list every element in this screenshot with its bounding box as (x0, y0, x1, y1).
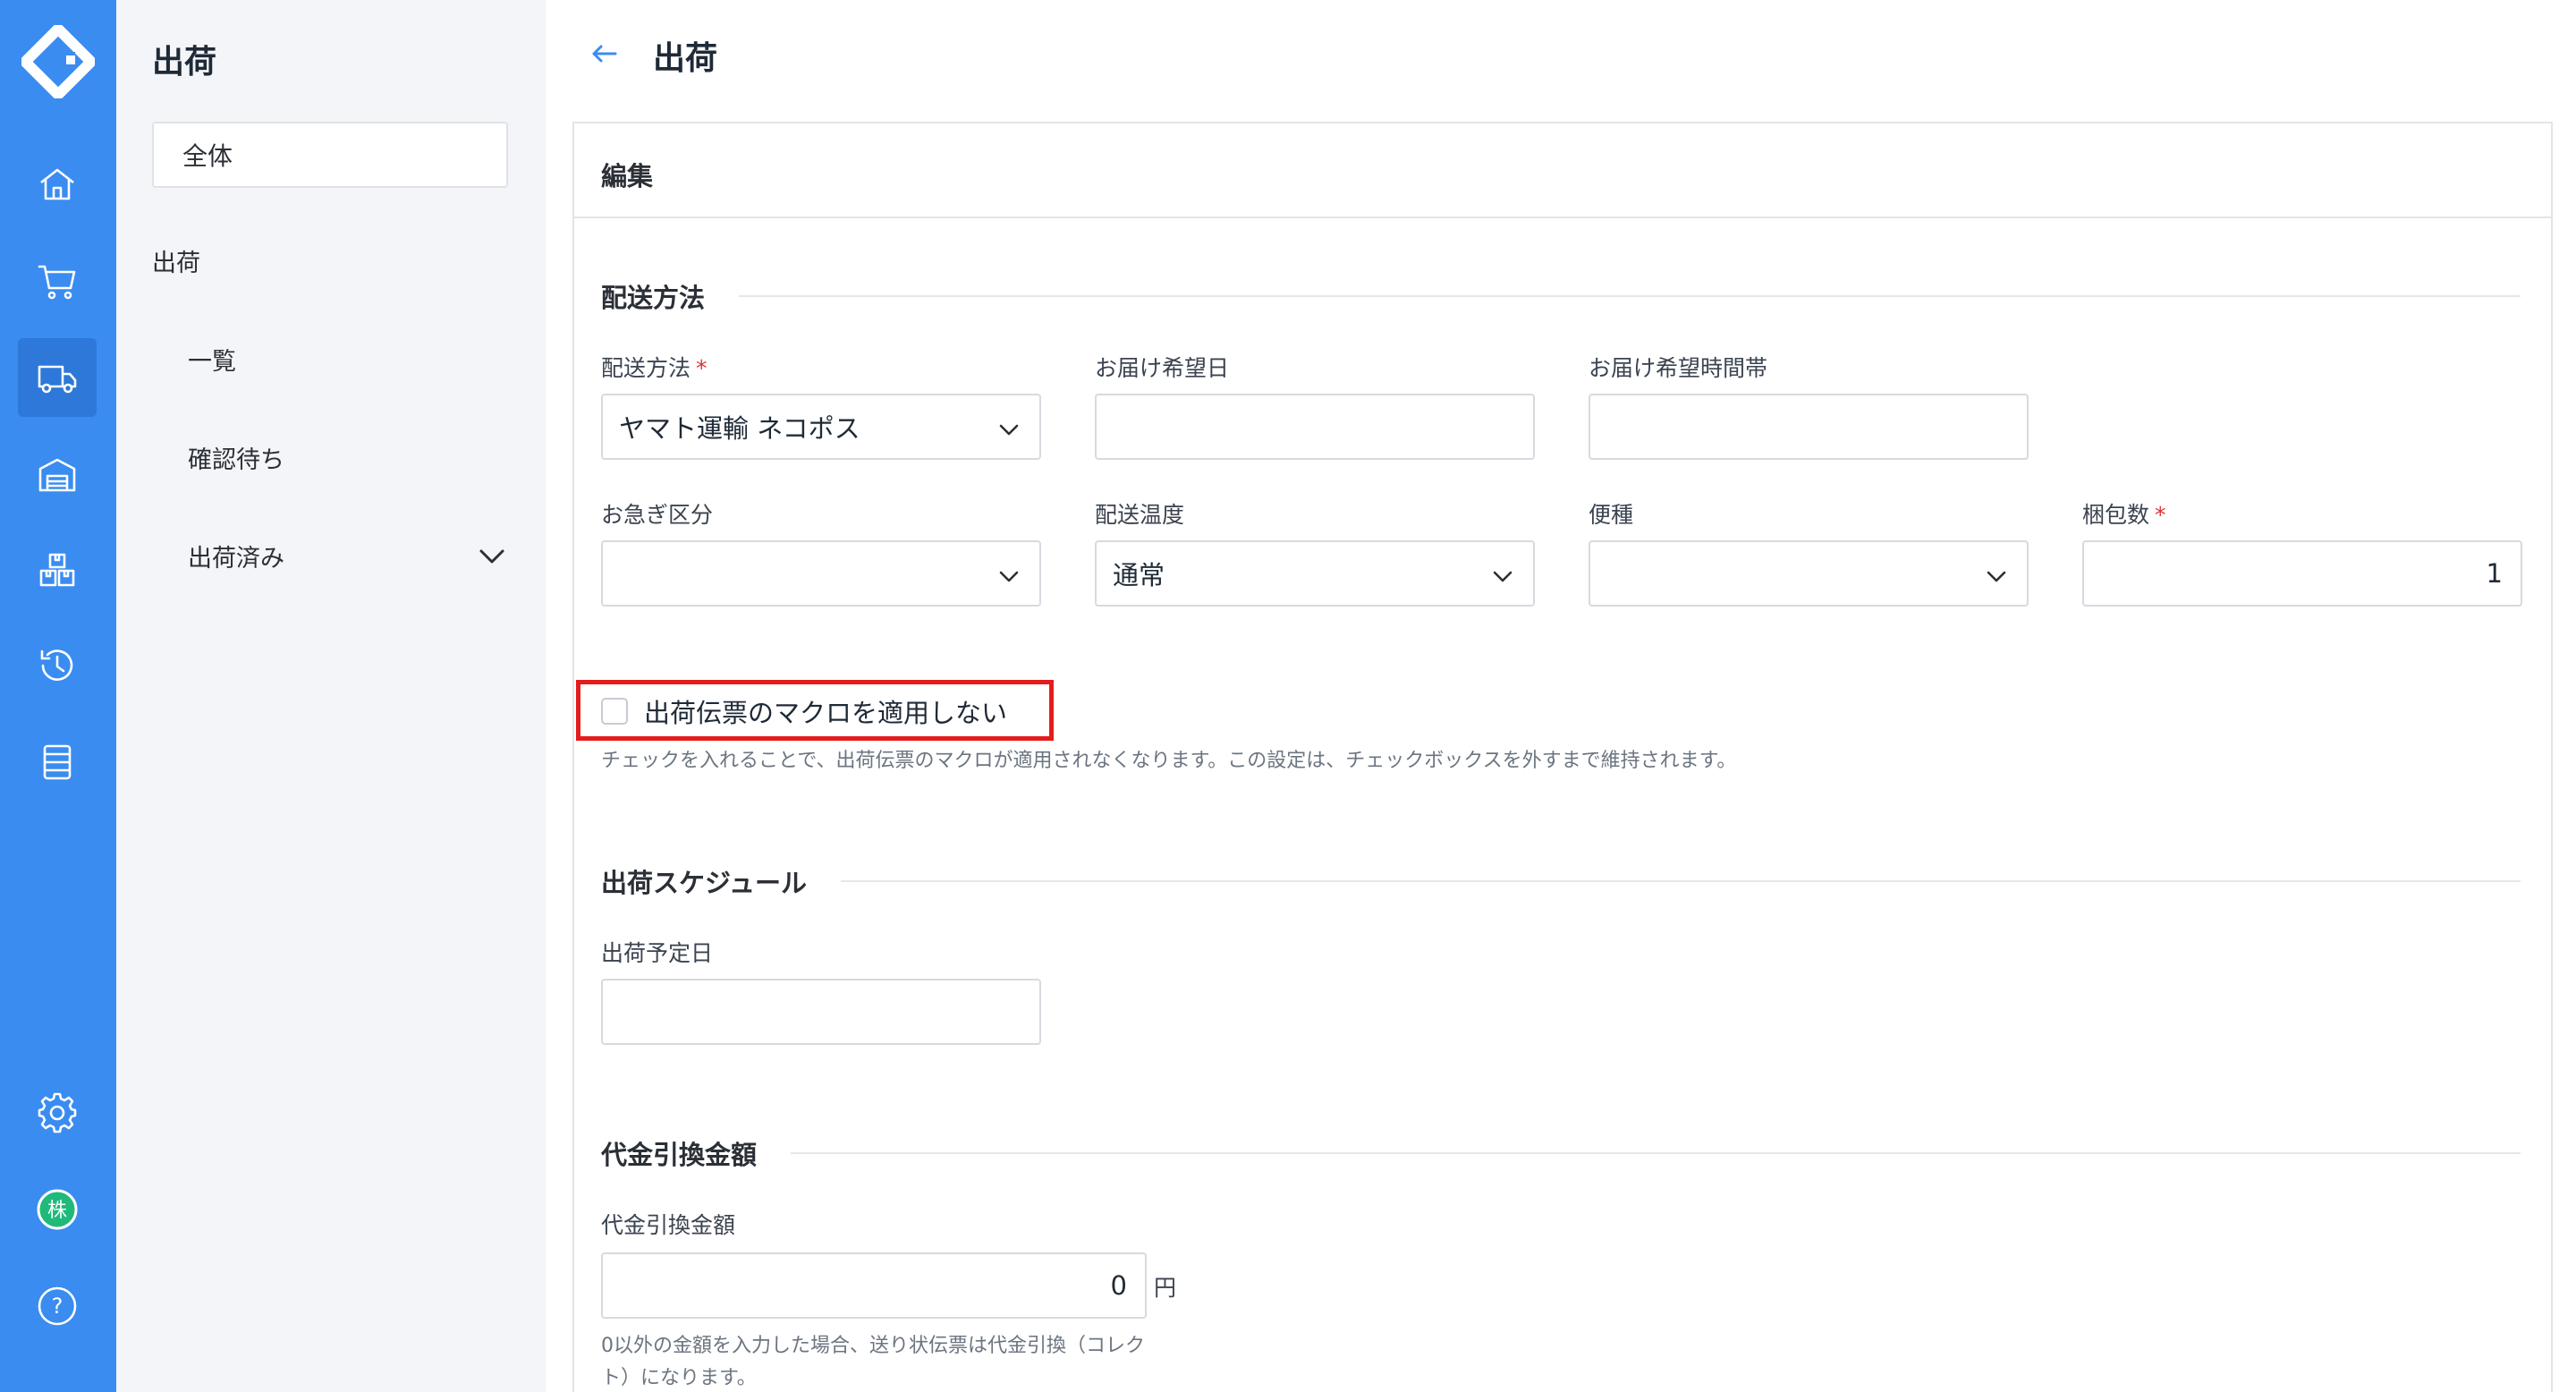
boxes-icon (39, 553, 75, 587)
subnav-item-pending[interactable]: 確認待ち (188, 440, 284, 475)
chevron-down-icon (1493, 571, 1513, 582)
subnav-all-label: 全体 (182, 141, 233, 171)
section-divider (791, 1152, 2521, 1154)
label-temperature: 配送温度 (1095, 502, 1185, 528)
package-count-value: 1 (2486, 558, 2503, 589)
warehouse-icon (38, 458, 76, 492)
cod-help-line2: ト）になります。 (601, 1367, 757, 1389)
truck-icon (38, 365, 77, 394)
section-divider (739, 295, 2521, 297)
label-package-count: 梱包数 * (2082, 497, 2166, 530)
required-mark: * (2155, 502, 2166, 528)
rail-warehouse[interactable] (18, 435, 97, 514)
macro-checkbox[interactable] (601, 698, 628, 725)
label-text: 梱包数 (2082, 502, 2150, 528)
list-icon (43, 744, 72, 780)
icon-rail: 株 ? (0, 0, 116, 1392)
subnav-item-list[interactable]: 一覧 (188, 342, 236, 377)
cod-amount-value: 0 (1110, 1270, 1127, 1301)
subnav-all-button[interactable]: 全体 (152, 122, 508, 188)
service-type-select[interactable] (1589, 540, 2029, 607)
section-title-delivery: 配送方法 (601, 283, 706, 313)
home-icon (40, 168, 74, 200)
app-logo[interactable] (21, 25, 95, 98)
label-urgency: お急ぎ区分 (601, 502, 714, 528)
delivery-method-select[interactable]: ヤマト運輸 ネコポス (601, 394, 1041, 460)
chevron-down-icon (999, 571, 1019, 582)
delivery-time-input[interactable] (1589, 394, 2029, 460)
delivery-method-value: ヤマト運輸 ネコポス (619, 413, 860, 444)
chevron-down-icon[interactable] (476, 540, 508, 573)
cod-help-line1: 0以外の金額を入力した場合、送り状伝票は代金引換（コレク (601, 1335, 1145, 1357)
company-badge-text: 株 (47, 1200, 67, 1222)
label-delivery-time: お届け希望時間帯 (1589, 355, 1768, 381)
rail-help[interactable]: ? (18, 1267, 97, 1345)
rail-shipping[interactable] (18, 338, 97, 417)
chevron-down-icon (999, 424, 1019, 436)
sub-navigation: 出荷 全体 出荷 一覧 確認待ち 出荷済み (116, 0, 546, 1392)
label-ship-date: 出荷予定日 (601, 940, 714, 966)
cart-icon (38, 265, 76, 300)
rail-list[interactable] (18, 723, 97, 802)
label-text: 配送方法 (601, 355, 691, 381)
subnav-group-shipping: 出荷 (152, 250, 200, 277)
panel-header: 編集 (574, 123, 2551, 218)
cod-amount-input[interactable]: 0 (601, 1252, 1147, 1319)
delivery-date-input[interactable] (1095, 394, 1535, 460)
label-service-type: 便種 (1589, 502, 1634, 528)
package-count-input[interactable]: 1 (2082, 540, 2522, 607)
label-delivery-date: お届け希望日 (1095, 355, 1230, 381)
label-cod-amount: 代金引換金額 (601, 1212, 736, 1238)
label-delivery-method: 配送方法 * (601, 351, 708, 383)
temperature-value: 通常 (1113, 560, 1165, 590)
section-title-cod: 代金引換金額 (601, 1140, 758, 1170)
rail-settings[interactable] (18, 1074, 97, 1152)
help-icon: ? (38, 1286, 77, 1326)
gear-icon (38, 1092, 77, 1133)
help-glyph: ? (52, 1294, 64, 1319)
urgency-select[interactable] (601, 540, 1041, 607)
rail-home[interactable] (18, 145, 97, 224)
history-icon (40, 649, 73, 681)
section-title-schedule: 出荷スケジュール (601, 868, 807, 898)
currency-unit: 円 (1154, 1275, 1177, 1301)
temperature-select[interactable]: 通常 (1095, 540, 1535, 607)
required-mark: * (696, 355, 708, 381)
page-title: 出荷 (653, 40, 718, 77)
section-divider (841, 880, 2521, 882)
macro-checkbox-label[interactable]: 出荷伝票のマクロを適用しない (644, 692, 1007, 730)
chevron-down-icon (1987, 571, 2006, 582)
rail-inventory[interactable] (18, 531, 97, 610)
ship-date-input[interactable] (601, 979, 1041, 1045)
back-arrow-icon[interactable] (587, 36, 623, 72)
subnav-item-shipped[interactable]: 出荷済み (188, 539, 284, 573)
rail-orders[interactable] (18, 242, 97, 320)
subnav-title: 出荷 (152, 44, 217, 81)
panel-title: 編集 (601, 161, 654, 191)
rail-history[interactable] (18, 626, 97, 705)
company-badge-icon: 株 (37, 1189, 78, 1230)
macro-help-text: チェックを入れることで、出荷伝票のマクロが適用されなくなります。この設定は、チェ… (601, 750, 1737, 772)
rail-company[interactable]: 株 (18, 1170, 97, 1249)
